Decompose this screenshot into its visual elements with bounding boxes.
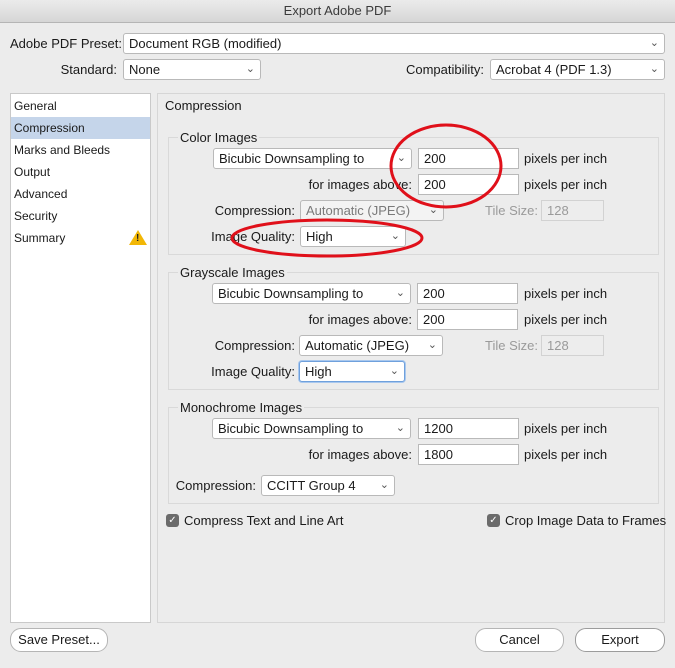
annotation-ellipse-quality [230,218,424,258]
annotation-overlay [230,123,503,258]
annotation-ellipse-ppi [389,123,503,209]
